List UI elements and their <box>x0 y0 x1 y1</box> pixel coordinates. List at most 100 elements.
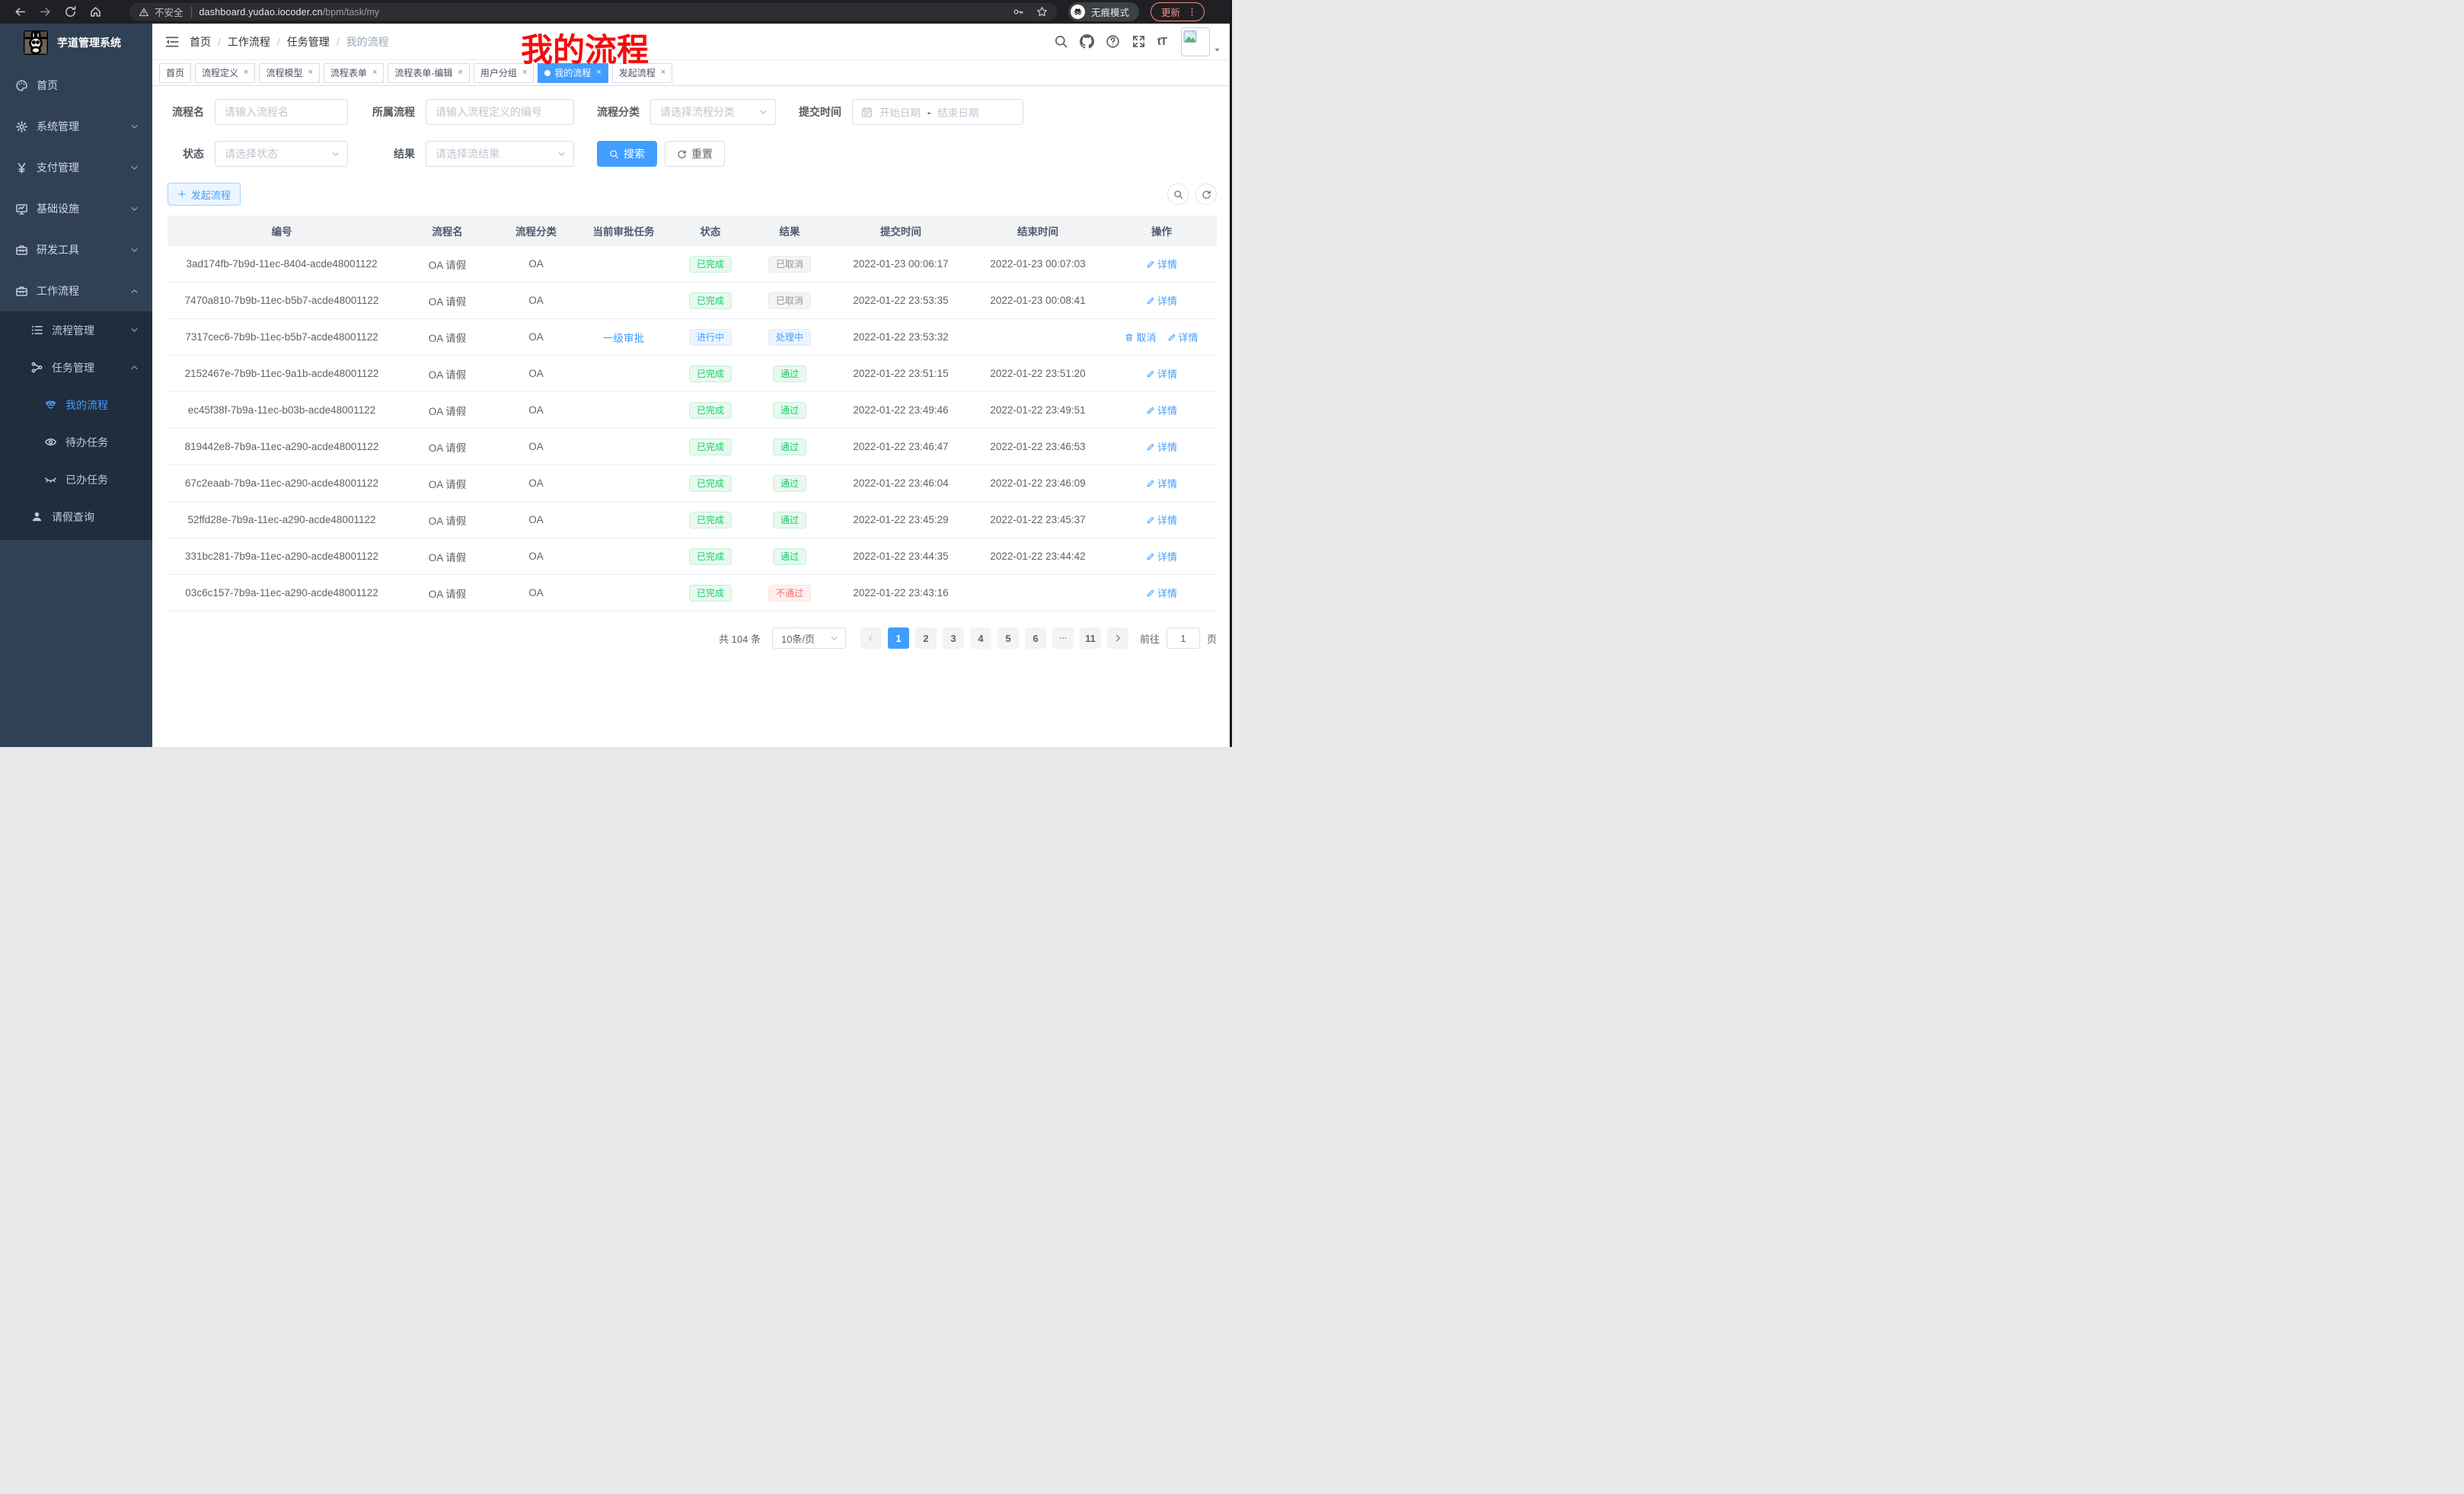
sidebar-item-已办任务[interactable]: 已办任务 <box>0 461 152 498</box>
action-详情[interactable]: 详情 <box>1146 257 1177 271</box>
close-tab-icon[interactable]: × <box>244 69 248 77</box>
close-tab-icon[interactable]: × <box>458 69 462 77</box>
tab-首页[interactable]: 首页 <box>159 63 191 83</box>
avatar-caret-down-icon[interactable] <box>1213 44 1221 53</box>
page-button-3[interactable]: 3 <box>943 627 964 649</box>
breadcrumb-item[interactable]: 首页 <box>190 34 211 49</box>
tab-流程表单[interactable]: 流程表单× <box>324 63 384 83</box>
sidebar-item-流程管理[interactable]: 流程管理 <box>0 311 152 349</box>
close-tab-icon[interactable]: × <box>308 69 312 77</box>
goto-page-input[interactable] <box>1167 627 1200 649</box>
sidebar-item-待办任务[interactable]: 待办任务 <box>0 423 152 461</box>
page-button-4[interactable]: 4 <box>970 627 991 649</box>
browser-update-button[interactable]: 更新 <box>1151 2 1205 21</box>
pagination-goto: 前往页 <box>1140 627 1217 649</box>
next-page-button[interactable] <box>1107 627 1128 649</box>
cell-process-id: 3ad174fb-7b9d-11ec-8404-acde48001122 <box>168 258 396 270</box>
sidebar-item-工作流程[interactable]: 工作流程 <box>0 270 152 311</box>
font-size-icon[interactable]: tT <box>1157 36 1167 47</box>
current-task-link[interactable]: 一级审批 <box>603 333 644 344</box>
refresh-table-button[interactable] <box>1195 184 1217 205</box>
process-name-input[interactable] <box>215 99 348 125</box>
chevron-up-icon <box>129 286 139 296</box>
avatar[interactable] <box>1181 27 1210 56</box>
page-button-2[interactable]: 2 <box>915 627 937 649</box>
close-tab-icon[interactable]: × <box>372 69 377 77</box>
fullscreen-icon[interactable] <box>1131 34 1146 49</box>
table-row: ec45f38f-7b9a-11ec-b03b-acde48001122OA 请… <box>168 392 1217 429</box>
sidebar-item-系统管理[interactable]: 系统管理 <box>0 106 152 147</box>
hamburger-icon[interactable] <box>164 34 180 49</box>
action-详情[interactable]: 详情 <box>1146 293 1177 308</box>
breadcrumb-item[interactable]: 任务管理 <box>287 34 330 49</box>
sidebar-item-我的流程[interactable]: 我的流程 <box>0 386 152 423</box>
browser-menu-icon[interactable] <box>1187 7 1197 17</box>
sidebar-item-基础设施[interactable]: 基础设施 <box>0 188 152 229</box>
sidebar-item-请假查询[interactable]: 请假查询 <box>0 498 152 535</box>
tab-流程定义[interactable]: 流程定义× <box>195 63 255 83</box>
toggle-search-button[interactable] <box>1167 184 1189 205</box>
status-select[interactable]: 请选择状态 <box>215 141 348 167</box>
pagination-ellipsis[interactable] <box>1052 627 1074 649</box>
search-button[interactable]: 搜索 <box>597 141 657 167</box>
close-tab-icon[interactable]: × <box>522 69 527 77</box>
tab-流程表单-编辑[interactable]: 流程表单-编辑× <box>388 63 469 83</box>
browser-home-icon[interactable] <box>89 5 102 18</box>
url-bar[interactable]: 不安全 dashboard.yudao.iocoder.cn/bpm/task/… <box>129 3 1057 21</box>
eye-closed-icon <box>44 473 57 486</box>
close-tab-icon[interactable]: × <box>661 69 665 77</box>
column-header-流程名: 流程名 <box>396 223 499 238</box>
sidebar-item-支付管理[interactable]: 支付管理 <box>0 147 152 188</box>
prev-page-button[interactable] <box>860 627 882 649</box>
browser-reload-icon[interactable] <box>64 5 77 18</box>
reset-button[interactable]: 重置 <box>665 141 725 167</box>
start-process-button[interactable]: 发起流程 <box>168 183 241 206</box>
cell-process-name: OA 请假 <box>396 439 499 455</box>
action-取消[interactable]: 取消 <box>1125 330 1156 344</box>
password-key-icon[interactable] <box>1013 6 1024 18</box>
sidebar-item-label: 基础设施 <box>37 201 79 216</box>
action-详情[interactable]: 详情 <box>1146 512 1177 527</box>
category-select[interactable]: 请选择流程分类 <box>650 99 776 125</box>
page-button-1[interactable]: 1 <box>888 627 909 649</box>
breadcrumb-item[interactable]: 工作流程 <box>228 34 270 49</box>
help-icon[interactable] <box>1106 34 1120 49</box>
action-详情[interactable]: 详情 <box>1146 439 1177 454</box>
date-range-picker[interactable]: 开始日期 - 结束日期 <box>852 99 1023 125</box>
tab-用户分组[interactable]: 用户分组× <box>474 63 534 83</box>
cell-actions: 详情 <box>1106 439 1217 454</box>
sidebar-item-任务管理[interactable]: 任务管理 <box>0 349 152 386</box>
action-详情[interactable]: 详情 <box>1167 330 1198 344</box>
browser-back-icon[interactable] <box>14 5 27 18</box>
sidebar-item-首页[interactable]: 首页 <box>0 65 152 106</box>
sidebar-logo[interactable]: 芋道管理系统 <box>0 24 152 62</box>
browser-forward-icon[interactable] <box>39 5 52 18</box>
breadcrumb-separator: / <box>277 36 280 48</box>
sidebar-item-研发工具[interactable]: 研发工具 <box>0 229 152 270</box>
result-badge: 不通过 <box>768 585 811 602</box>
page-button-6[interactable]: 6 <box>1025 627 1046 649</box>
page-button-11[interactable]: 11 <box>1080 627 1101 649</box>
ellipsis-icon <box>1058 634 1068 643</box>
action-详情[interactable]: 详情 <box>1146 403 1177 417</box>
filter-label: 流程名 <box>168 104 204 120</box>
tab-我的流程[interactable]: 我的流程× <box>538 63 608 83</box>
column-header-结束时间: 结束时间 <box>969 223 1106 238</box>
bookmark-star-icon[interactable] <box>1036 6 1048 18</box>
page-button-5[interactable]: 5 <box>997 627 1019 649</box>
action-详情[interactable]: 详情 <box>1146 476 1177 490</box>
pagination: 共 104 条10条/页12345611前往页 <box>168 627 1217 664</box>
header-search-icon[interactable] <box>1054 34 1068 49</box>
filter-label: 所属流程 <box>371 104 415 120</box>
sidebar-item-label: 支付管理 <box>37 160 79 175</box>
page-size-select[interactable]: 10条/页 <box>772 627 846 649</box>
close-tab-icon[interactable]: × <box>596 69 601 77</box>
tab-流程模型[interactable]: 流程模型× <box>259 63 319 83</box>
action-详情[interactable]: 详情 <box>1146 586 1177 600</box>
process-definition-input[interactable] <box>426 99 574 125</box>
action-详情[interactable]: 详情 <box>1146 366 1177 381</box>
github-icon[interactable] <box>1080 34 1094 49</box>
tab-发起流程[interactable]: 发起流程× <box>612 63 672 83</box>
action-详情[interactable]: 详情 <box>1146 549 1177 563</box>
result-select[interactable]: 请选择流结果 <box>426 141 574 167</box>
